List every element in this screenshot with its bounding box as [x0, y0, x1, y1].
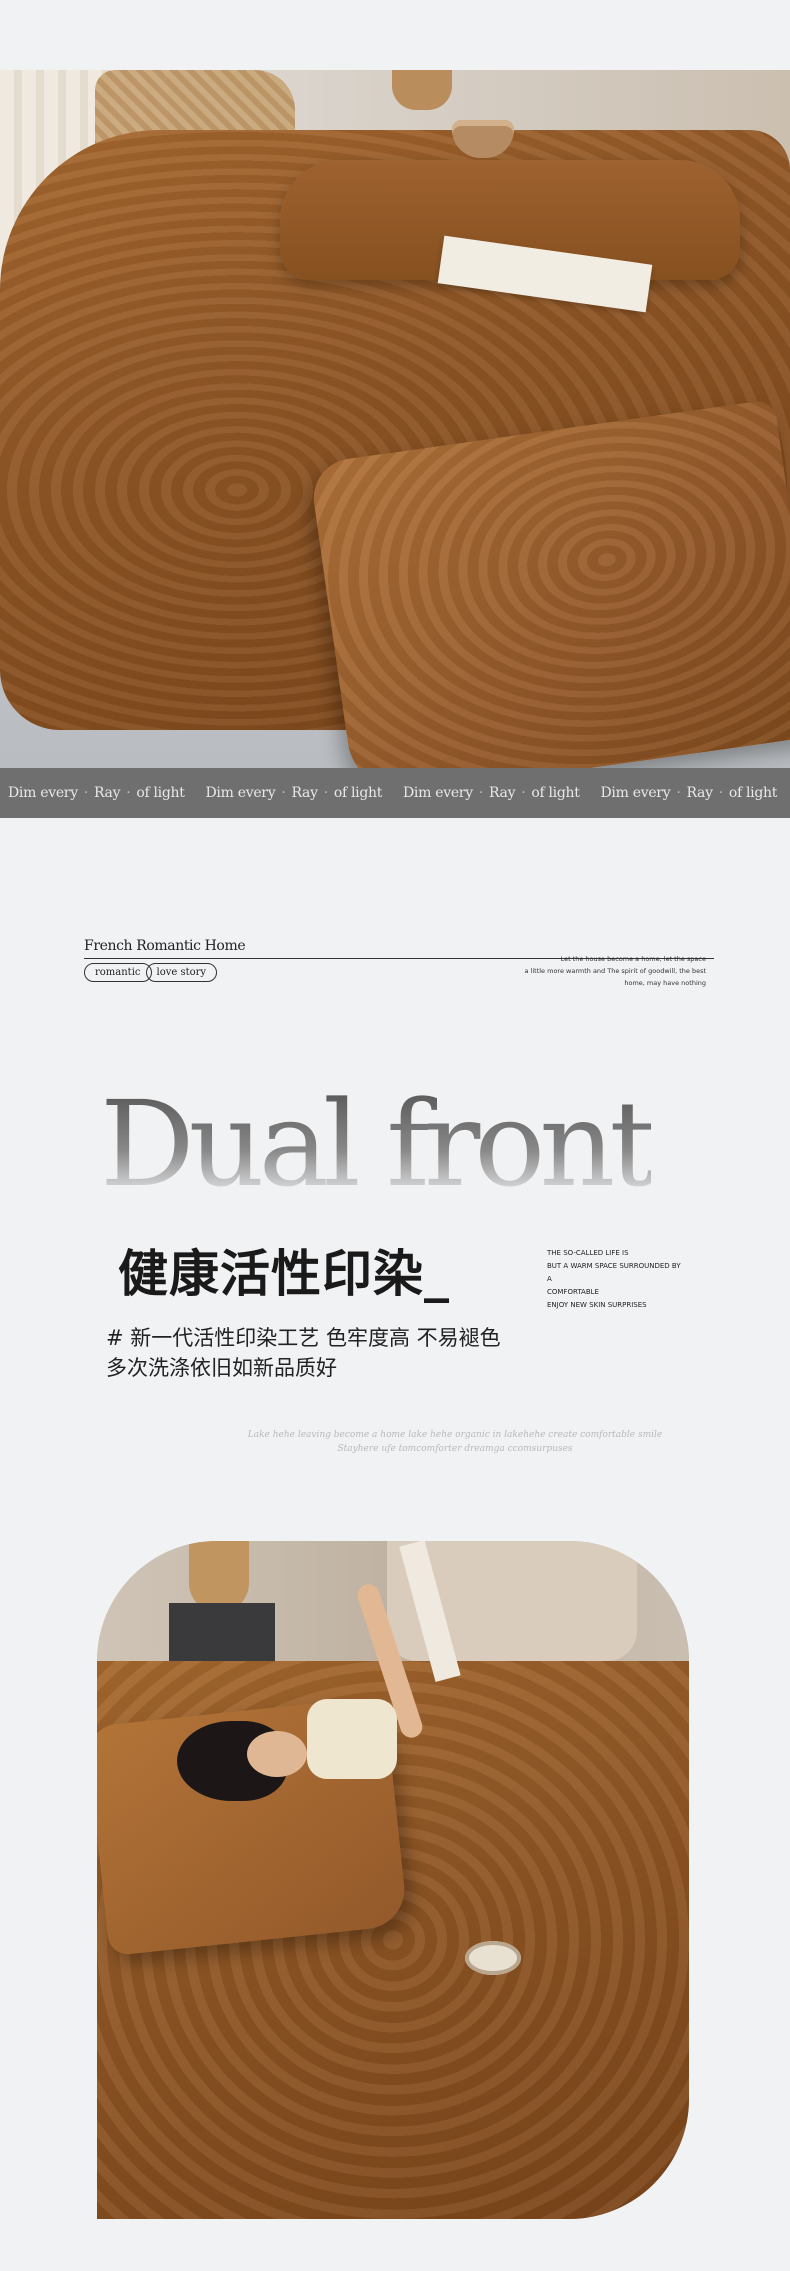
- marquee-text: Dim every: [403, 785, 473, 801]
- marquee-bar: Dim every · Ray · of light Dim every · Ray · of …: [0, 768, 790, 818]
- marquee-item: Dim every · Ray · of light: [593, 785, 790, 801]
- tagline-line: Let the house become a home, let the spa…: [560, 955, 706, 963]
- tag-pills: romantic love story: [84, 963, 218, 982]
- marquee-dot: ·: [718, 785, 723, 801]
- desc-line: 多次洗涤依旧如新品质好: [106, 1356, 337, 1380]
- big-title: Dual front: [100, 1075, 657, 1213]
- marquee-text: Ray: [291, 785, 318, 801]
- script-line: Stayhere ufe tomcomforter dreamga ccomsu…: [337, 1444, 573, 1454]
- marquee-dot: ·: [478, 785, 483, 801]
- side-note-line: BUT A WARM SPACE SURROUNDED BY A: [547, 1262, 681, 1283]
- marquee-text: Dim every: [205, 785, 276, 801]
- tag-pill-romantic: romantic: [84, 963, 152, 982]
- brand-title: French Romantic Home: [84, 938, 246, 954]
- marquee-text: Dim every: [8, 785, 78, 801]
- marquee-text: of light: [531, 785, 580, 801]
- marquee-dot: ·: [676, 785, 681, 801]
- hero-bedding-photo: [0, 70, 790, 768]
- marquee-dot: ·: [281, 785, 286, 801]
- hero-vase: [392, 70, 452, 110]
- marquee-text: of light: [136, 785, 185, 801]
- marquee-text: of light: [333, 785, 383, 801]
- marquee-item: Dim every · Ray · of light: [198, 785, 396, 801]
- cn-title: 健康活性印染_: [118, 1245, 450, 1303]
- marquee-dot: ·: [83, 785, 88, 801]
- tag-pill-love-story: love story: [145, 963, 218, 982]
- marquee-dot: ·: [126, 785, 131, 801]
- tagline-line: home, may have nothing: [624, 979, 706, 987]
- side-note-line: ENJOY NEW SKIN SURPRISES: [547, 1301, 647, 1309]
- marquee-item: Dim every · Ray · of light: [0, 785, 198, 801]
- marquee-text: Ray: [686, 785, 713, 801]
- marquee-text: Dim every: [600, 785, 671, 801]
- side-note: THE SO-CALLED LIFE IS BUT A WARM SPACE S…: [547, 1247, 687, 1312]
- script-line: Lake hehe leaving become a home lake heh…: [247, 1430, 663, 1440]
- feature-description: # 新一代活性印染工艺 色牢度高 不易褪色 多次洗涤依旧如新品质好: [106, 1323, 501, 1383]
- brand-tagline: Let the house become a home, let the spa…: [510, 953, 706, 989]
- desc-line: # 新一代活性印染工艺 色牢度高 不易褪色: [106, 1326, 501, 1350]
- photo-shirt: [307, 1699, 397, 1779]
- photo-face: [247, 1731, 307, 1777]
- lifestyle-photo: [97, 1541, 689, 2219]
- script-text: Lake hehe leaving become a home lake heh…: [230, 1428, 680, 1456]
- side-note-line: THE SO-CALLED LIFE IS: [547, 1249, 629, 1257]
- side-note-line: COMFORTABLE: [547, 1288, 599, 1296]
- hero-pillow-front: [308, 398, 790, 768]
- tagline-line: a little more warmth and The spirit of g…: [524, 967, 706, 975]
- marquee-text: Ray: [488, 785, 516, 801]
- photo-candle: [465, 1941, 521, 1975]
- marquee-text: of light: [728, 785, 778, 801]
- marquee-dot: ·: [521, 785, 526, 801]
- marquee-item: Dim every · Ray · of light: [395, 785, 593, 801]
- marquee-dot: ·: [323, 785, 328, 801]
- marquee-text: Ray: [93, 785, 121, 801]
